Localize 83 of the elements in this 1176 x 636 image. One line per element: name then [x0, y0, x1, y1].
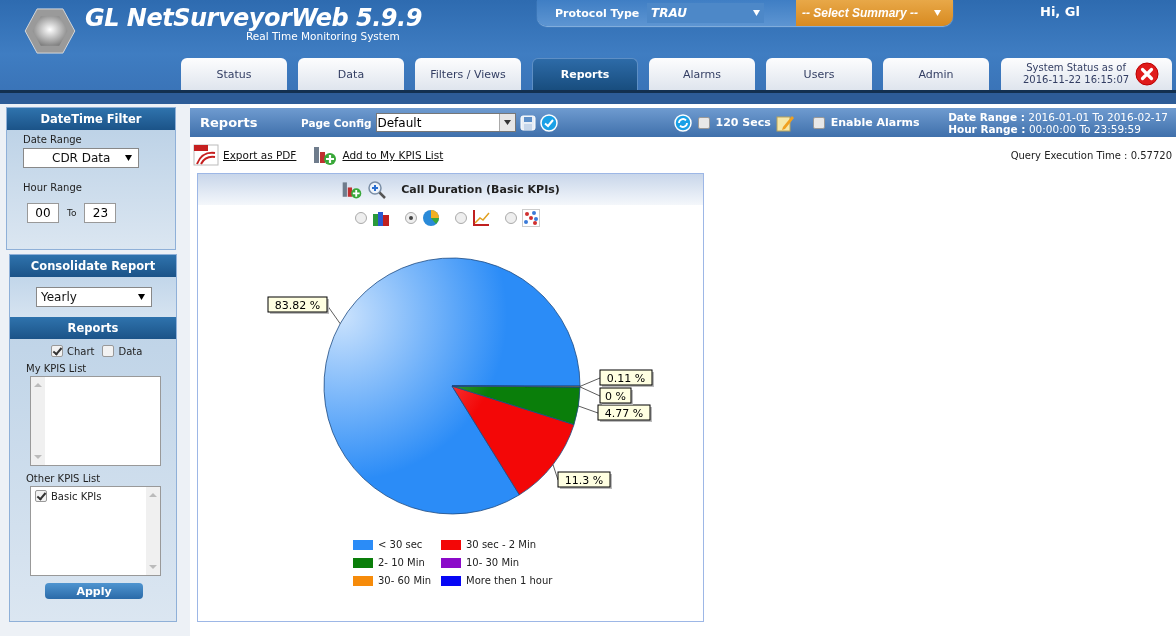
other-kpis-label: Other KPIS List — [26, 473, 102, 484]
legend-label: < 30 sec — [378, 539, 423, 550]
data-label: 4.77 % — [597, 404, 652, 422]
page-config-select[interactable]: Default — [375, 113, 516, 132]
page-config-label: Page Config — [301, 116, 372, 129]
save-icon[interactable] — [519, 114, 536, 131]
report-checkbox[interactable]: Chart — [51, 345, 95, 357]
chart-title: Call Duration (Basic KPIs) — [401, 183, 560, 196]
panel-header: DateTime Filter — [7, 108, 175, 130]
nav-tab[interactable]: Data — [298, 58, 404, 90]
query-time: Query Execution Time : 0.57720 — [1010, 149, 1172, 161]
other-kpis-listbox[interactable]: Basic KPIs — [30, 486, 161, 576]
data-label: 11.3 % — [557, 471, 612, 489]
date-range-label: Date Range : — [948, 110, 1025, 123]
my-kpis-listbox[interactable] — [30, 376, 161, 466]
zoom-in-icon[interactable] — [367, 179, 388, 200]
scrollbar[interactable] — [31, 377, 45, 465]
hexagon-logo-icon — [24, 8, 76, 54]
hour-from-field[interactable]: 00 — [27, 203, 59, 223]
date-range-select[interactable]: CDR Data — [23, 148, 139, 168]
protocol-select[interactable]: TRAU — [647, 3, 764, 23]
leader-line — [579, 386, 601, 397]
scatter-chart-icon[interactable] — [522, 209, 540, 227]
leader-line — [579, 377, 601, 387]
caret-icon — [753, 10, 760, 16]
nav-tab[interactable]: Users — [766, 58, 872, 90]
alarms-checkbox[interactable]: Enable Alarms — [812, 116, 920, 129]
close-icon[interactable] — [1135, 62, 1160, 86]
date-range-value: 2016-01-01 To 2016-02-17 — [1028, 110, 1168, 123]
caret-icon — [934, 10, 941, 16]
pie-chart-icon[interactable] — [422, 209, 440, 227]
export-pdf-link[interactable]: Export as PDF — [223, 149, 297, 161]
leader-line — [326, 304, 341, 325]
hour-range-value: 00:00:00 To 23:59:59 — [1028, 122, 1141, 135]
hour-to-field[interactable]: 23 — [84, 203, 117, 223]
hour-range-label: Hour Range — [23, 182, 83, 193]
data-label: 83.82 % — [267, 296, 329, 314]
caret-icon — [125, 155, 132, 161]
caret-icon — [138, 294, 145, 300]
system-status-text: System Status as of 2016-11-22 16:15:07 — [1023, 62, 1130, 86]
leader-line — [578, 405, 599, 414]
radio-button[interactable] — [455, 212, 467, 224]
line-chart-icon[interactable] — [472, 209, 490, 227]
to-label: To — [67, 208, 77, 218]
refresh-checkbox[interactable]: 120 Secs — [697, 116, 771, 129]
refresh-icon[interactable] — [673, 113, 692, 132]
data-label: 0.11 % — [599, 369, 654, 387]
checkmark-icon[interactable] — [539, 113, 558, 132]
nav-tab[interactable]: Admin — [883, 58, 989, 90]
radio-button[interactable] — [405, 212, 417, 224]
toolbar-title: Reports — [200, 115, 259, 130]
legend-label: More then 1 hour — [466, 575, 553, 586]
protocol-label: Protocol Type — [555, 6, 641, 20]
apply-button[interactable]: Apply — [45, 583, 143, 599]
legend-label: 30- 60 Min — [378, 575, 432, 586]
legend-label: 10- 30 Min — [466, 557, 520, 568]
caret-icon — [503, 120, 511, 125]
radio-button[interactable] — [505, 212, 517, 224]
greeting: Hi, Gl — [1040, 4, 1080, 19]
hour-range-label: Hour Range : — [948, 122, 1026, 135]
panel-header: Reports — [10, 317, 176, 339]
scrollbar[interactable] — [146, 487, 160, 575]
app-title: GL NetSurveyorWeb 5.9.9 — [85, 4, 422, 32]
date-range-label: Date Range — [23, 134, 83, 145]
chart-add-icon[interactable] — [312, 144, 339, 166]
nav-tab[interactable]: Status — [181, 58, 287, 90]
pdf-icon[interactable] — [193, 144, 219, 166]
bar-chart-icon[interactable] — [372, 209, 390, 227]
app-subtitle: Real Time Monitoring System — [246, 30, 401, 42]
legend-label: 30 sec - 2 Min — [466, 539, 536, 550]
leader-line — [552, 464, 559, 481]
consolidate-select[interactable]: Yearly — [36, 287, 152, 307]
panel-header: Consolidate Report — [10, 255, 176, 277]
nav-tab[interactable]: Filters / Views — [415, 58, 521, 90]
nav-tab[interactable]: Alarms — [649, 58, 755, 90]
add-kpis-link[interactable]: Add to My KPIS List — [342, 149, 444, 161]
data-label: 0 % — [599, 387, 633, 405]
report-checkbox[interactable]: Data — [102, 345, 143, 357]
nav-tab[interactable]: Reports — [532, 58, 638, 90]
radio-button[interactable] — [355, 212, 367, 224]
legend-label: 2- 10 Min — [378, 557, 425, 568]
my-kpis-label: My KPIS List — [26, 363, 88, 374]
kpi-checkbox[interactable]: Basic KPIs — [35, 490, 102, 502]
